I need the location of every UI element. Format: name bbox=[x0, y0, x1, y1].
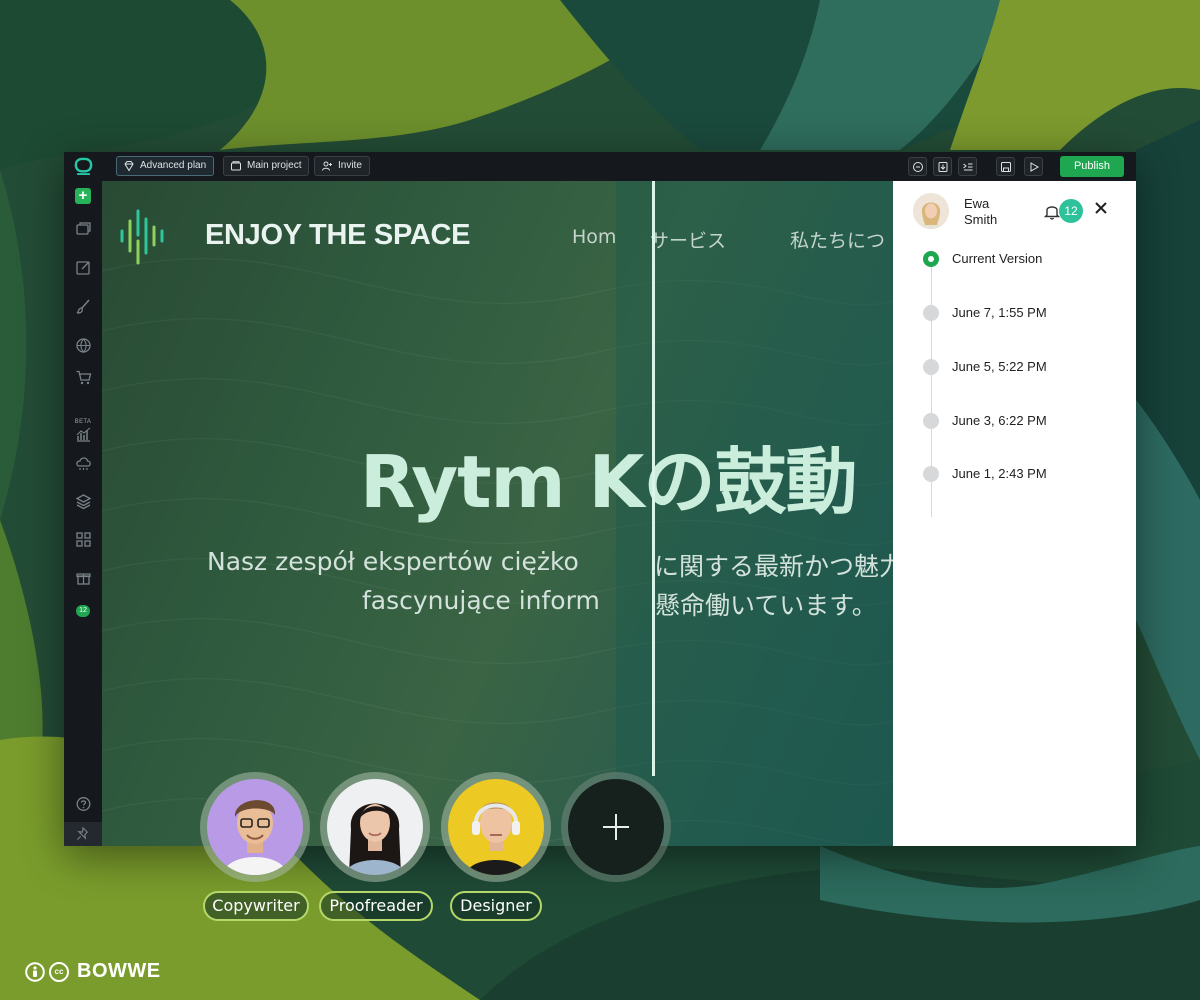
publish-button[interactable]: Publish bbox=[1060, 156, 1124, 177]
version-label: June 5, 5:22 PM bbox=[952, 359, 1047, 374]
hero-title-translated: の鼓動 bbox=[643, 440, 857, 524]
hero-subtitle-line1-original: Nasz zespół ekspertów ciężko bbox=[207, 547, 579, 576]
globe-icon bbox=[75, 337, 91, 353]
current-version-dot bbox=[923, 251, 939, 267]
version-label: June 7, 1:55 PM bbox=[952, 305, 1047, 320]
hero-subtitle-line1-translated: に関する最新かつ魅力 bbox=[654, 552, 893, 581]
invite-label: Invite bbox=[338, 160, 362, 171]
editor-window: Advanced plan Main project Invite Publis… bbox=[64, 152, 1136, 846]
design-button[interactable] bbox=[73, 296, 93, 316]
page-preview-canvas[interactable]: ENJOY THE SPACE Hom サービス 私たちにつ Rytm Kの鼓動… bbox=[102, 181, 893, 846]
nav-item-about[interactable]: 私たちにつ bbox=[790, 226, 885, 253]
advanced-plan-button[interactable]: Advanced plan bbox=[116, 156, 215, 176]
role-designer[interactable]: Designer bbox=[450, 891, 542, 921]
nav-item-home[interactable]: Hom bbox=[572, 226, 616, 248]
sidebar-badge: 12 bbox=[76, 605, 90, 617]
notification-count-badge[interactable]: 12 bbox=[1059, 199, 1083, 223]
preview-button[interactable] bbox=[1024, 157, 1043, 176]
pages-icon bbox=[75, 221, 91, 235]
proofreader-avatar bbox=[327, 779, 423, 875]
edit-icon bbox=[75, 260, 90, 275]
team-member-copywriter[interactable] bbox=[200, 772, 310, 882]
main-project-label: Main project bbox=[247, 160, 302, 171]
role-proofreader[interactable]: Proofreader bbox=[319, 891, 433, 921]
edit-button[interactable] bbox=[73, 257, 93, 277]
cart-icon bbox=[76, 370, 91, 384]
shop-button[interactable] bbox=[73, 367, 93, 387]
version-dot bbox=[923, 359, 939, 375]
role-copywriter[interactable]: Copywriter bbox=[203, 891, 309, 921]
add-team-member-inner bbox=[568, 779, 664, 875]
domain-button[interactable] bbox=[73, 335, 93, 355]
user-first-name: Ewa bbox=[964, 196, 990, 211]
hero-subtitle-line2-translated: 懸命働いています。 bbox=[655, 591, 877, 620]
close-icon[interactable] bbox=[1093, 200, 1109, 216]
version-history-panel: Ewa Smith 12 Current Version June 7, 1:5… bbox=[893, 181, 1136, 846]
cloud-icon bbox=[75, 456, 91, 470]
copywriter-avatar bbox=[207, 779, 303, 875]
nav-item-services[interactable]: サービス bbox=[650, 226, 726, 253]
terminal-icon bbox=[962, 163, 972, 170]
add-user-icon bbox=[322, 161, 332, 171]
pages-button[interactable] bbox=[73, 218, 93, 238]
hero-subtitle-line2-original: fascynujące inform bbox=[362, 586, 600, 615]
invite-button[interactable]: Invite bbox=[314, 156, 370, 176]
advanced-plan-label: Advanced plan bbox=[140, 160, 207, 171]
footer-brand: BOWWE bbox=[77, 960, 161, 982]
layers-icon bbox=[75, 493, 91, 509]
version-label: June 1, 2:43 PM bbox=[952, 466, 1047, 481]
designer-avatar bbox=[448, 779, 544, 875]
footer-logo: cc BOWWE bbox=[25, 960, 161, 983]
help-button[interactable] bbox=[73, 794, 93, 814]
pin-bar[interactable] bbox=[64, 822, 102, 846]
version-label: Current Version bbox=[952, 251, 1043, 266]
gift-icon bbox=[75, 572, 91, 585]
plus-icon bbox=[603, 814, 629, 840]
diamond-icon bbox=[124, 161, 134, 172]
play-icon bbox=[1030, 161, 1039, 172]
main-project-button[interactable]: Main project bbox=[223, 156, 310, 176]
top-toolbar: Advanced plan Main project Invite Publis… bbox=[64, 152, 1136, 182]
version-label: June 3, 6:22 PM bbox=[952, 413, 1047, 428]
creative-commons-icon: cc bbox=[49, 961, 69, 982]
comments-button[interactable] bbox=[908, 157, 927, 176]
user-last-name: Smith bbox=[964, 212, 998, 227]
add-team-member-button[interactable] bbox=[561, 772, 671, 882]
site-brand-title: ENJOY THE SPACE bbox=[205, 219, 471, 251]
add-element-button[interactable]: + bbox=[75, 188, 91, 204]
code-button[interactable] bbox=[958, 157, 977, 176]
grid-icon bbox=[75, 531, 91, 547]
version-dot bbox=[923, 413, 939, 429]
team-member-designer[interactable] bbox=[441, 772, 551, 882]
site-logo-icon bbox=[120, 209, 164, 265]
cloud-button[interactable] bbox=[73, 453, 93, 473]
download-file-icon bbox=[938, 161, 947, 172]
left-sidebar: + BETA 12 bbox=[64, 181, 103, 846]
apps-button[interactable] bbox=[73, 529, 93, 549]
version-dot bbox=[923, 466, 939, 482]
layers-button[interactable] bbox=[73, 491, 93, 511]
save-button[interactable] bbox=[996, 157, 1015, 176]
help-chat-icon bbox=[76, 796, 90, 811]
compare-slider-handle[interactable] bbox=[652, 181, 655, 776]
user-photo bbox=[913, 193, 949, 229]
chat-bubble-icon bbox=[912, 161, 923, 172]
app-logo-icon[interactable] bbox=[74, 157, 93, 176]
attribution-icon bbox=[25, 961, 45, 982]
export-button[interactable] bbox=[933, 157, 952, 176]
brush-icon bbox=[76, 299, 90, 314]
pin-icon bbox=[76, 826, 89, 841]
hero-title-original: Rytm K bbox=[360, 440, 644, 524]
save-icon bbox=[1000, 161, 1011, 172]
hero-title: Rytm Kの鼓動 bbox=[360, 423, 857, 528]
analytics-button[interactable] bbox=[73, 413, 93, 442]
folder-icon bbox=[231, 161, 241, 171]
gifts-button[interactable] bbox=[73, 567, 93, 587]
version-dot bbox=[923, 305, 939, 321]
chart-icon bbox=[76, 427, 90, 442]
team-member-proofreader[interactable] bbox=[320, 772, 430, 882]
user-avatar[interactable] bbox=[913, 193, 949, 229]
